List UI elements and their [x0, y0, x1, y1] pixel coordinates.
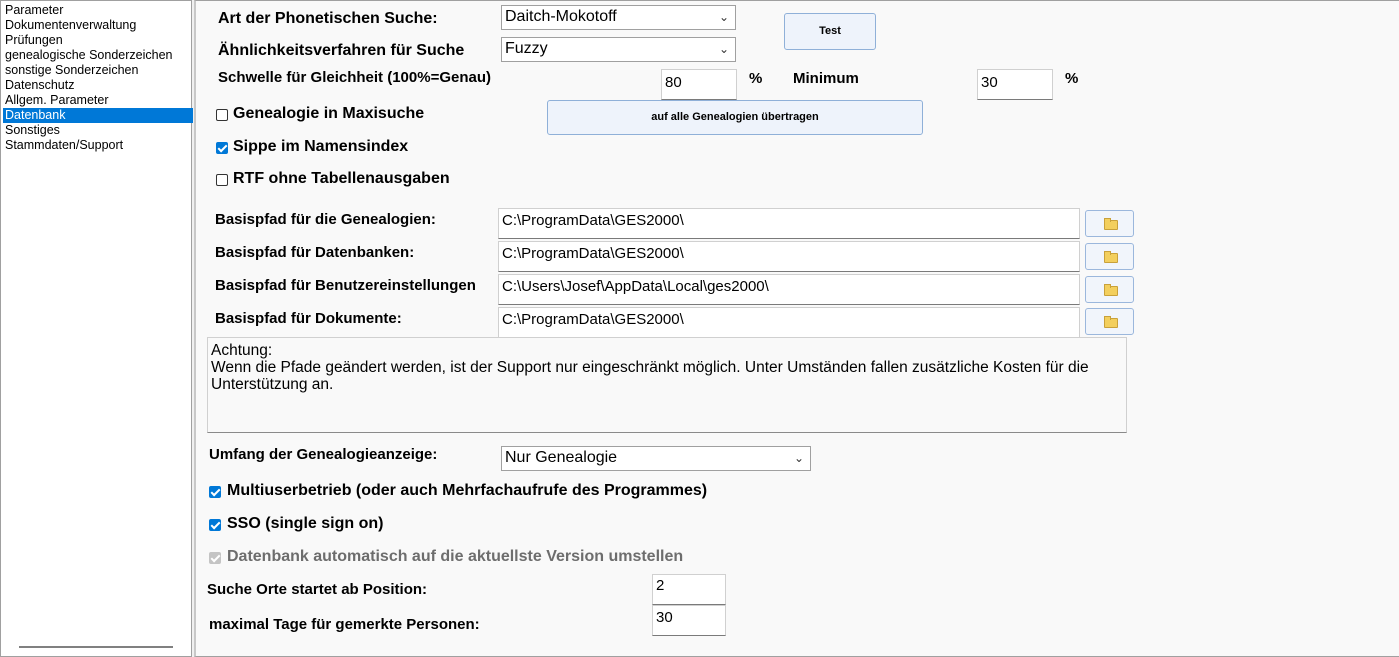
sidebar-item-sonstiges[interactable]: Sonstiges — [3, 123, 193, 138]
auto-db-update-label: Datenbank automatisch auf die aktuellste… — [227, 548, 684, 565]
path-genealogies-label: Basispfad für die Genealogien: — [215, 211, 436, 228]
scope-label: Umfang der Genealogieanzeige: — [209, 446, 438, 463]
chevron-down-icon: ⌄ — [793, 451, 804, 465]
path-genealogies-input[interactable]: C:\ProgramData\GES2000\ — [498, 208, 1080, 239]
sidebar-item-allgem-parameter[interactable]: Allgem. Parameter — [3, 93, 193, 108]
scope-value: Nur Genealogie — [505, 449, 618, 466]
path-warning-textbox[interactable]: Achtung: Wenn die Pfade geändert werden,… — [207, 337, 1127, 433]
sso-checkbox[interactable] — [209, 519, 221, 531]
warning-title: Achtung: — [211, 342, 273, 359]
similarity-select[interactable]: Fuzzy ⌄ — [501, 37, 736, 62]
folder-icon — [1104, 251, 1118, 263]
sidebar-item-sonstige-sonderzeichen[interactable]: sonstige Sonderzeichen — [3, 63, 193, 78]
sidebar-item-parameter[interactable]: Parameter — [3, 3, 193, 18]
sidebar-item-genealogische-sonderzeichen[interactable]: genealogische Sonderzeichen — [3, 48, 193, 63]
search-places-input[interactable]: 2 — [652, 574, 726, 605]
phonetic-search-select[interactable]: Daitch-Mokotoff ⌄ — [501, 5, 736, 30]
folder-icon — [1104, 218, 1118, 230]
sidebar-scrollbar[interactable] — [19, 646, 173, 648]
search-places-label: Suche Orte startet ab Position: — [207, 581, 428, 598]
minimum-unit: % — [1065, 70, 1079, 87]
sidebar-nav: Parameter Dokumentenverwaltung Prüfungen… — [0, 0, 193, 657]
threshold-input[interactable]: 80 — [661, 69, 737, 100]
sippe-namensindex-label: Sippe im Namensindex — [233, 138, 409, 155]
settings-panel: Art der Phonetischen Suche: Daitch-Mokot… — [194, 0, 1399, 657]
sippe-namensindex-checkbox[interactable] — [216, 142, 228, 154]
browse-user-settings-button[interactable] — [1085, 276, 1134, 303]
sso-label: SSO (single sign on) — [227, 515, 384, 532]
chevron-down-icon: ⌄ — [718, 10, 729, 24]
genealogie-maxisuche-label: Genealogie in Maxisuche — [233, 105, 425, 122]
browse-genealogies-button[interactable] — [1085, 210, 1134, 237]
path-databases-label: Basispfad für Datenbanken: — [215, 244, 415, 261]
apply-all-genealogies-button[interactable]: auf alle Genealogien übertragen — [547, 100, 923, 135]
path-databases-input[interactable]: C:\ProgramData\GES2000\ — [498, 241, 1080, 272]
phonetic-search-label: Art der Phonetischen Suche: — [218, 10, 438, 27]
sidebar-item-datenschutz[interactable]: Datenschutz — [3, 78, 193, 93]
browse-documents-button[interactable] — [1085, 308, 1134, 335]
path-user-settings-label: Basispfad für Benutzereinstellungen — [215, 277, 476, 294]
test-button[interactable]: Test — [784, 13, 876, 50]
multiuser-label: Multiuserbetrieb (oder auch Mehrfachaufr… — [227, 482, 708, 499]
minimum-label: Minimum — [793, 70, 859, 87]
sidebar-item-stammdaten-support[interactable]: Stammdaten/Support — [3, 138, 193, 153]
similarity-label: Ähnlichkeitsverfahren für Suche — [218, 42, 465, 59]
sidebar-item-dokumentenverwaltung[interactable]: Dokumentenverwaltung — [3, 18, 193, 33]
minimum-input[interactable]: 30 — [977, 69, 1053, 100]
auto-db-update-checkbox — [209, 552, 221, 564]
browse-databases-button[interactable] — [1085, 243, 1134, 270]
genealogie-maxisuche-checkbox[interactable] — [216, 109, 228, 121]
max-days-label: maximal Tage für gemerkte Personen: — [209, 616, 480, 633]
sidebar-item-pruefungen[interactable]: Prüfungen — [3, 33, 193, 48]
folder-icon — [1104, 316, 1118, 328]
path-user-settings-input[interactable]: C:\Users\Josef\AppData\Local\ges2000\ — [498, 274, 1080, 305]
max-days-input[interactable]: 30 — [652, 605, 726, 636]
path-documents-label: Basispfad für Dokumente: — [215, 310, 402, 327]
warning-text: Wenn die Pfade geändert werden, ist der … — [211, 359, 1089, 393]
phonetic-search-value: Daitch-Mokotoff — [505, 8, 617, 25]
path-documents-input[interactable]: C:\ProgramData\GES2000\ — [498, 307, 1080, 338]
threshold-unit: % — [749, 70, 763, 87]
similarity-value: Fuzzy — [505, 40, 548, 57]
rtf-tabellen-checkbox[interactable] — [216, 174, 228, 186]
chevron-down-icon: ⌄ — [718, 42, 729, 56]
multiuser-checkbox[interactable] — [209, 486, 221, 498]
folder-icon — [1104, 284, 1118, 296]
sidebar-item-datenbank[interactable]: Datenbank — [3, 108, 193, 123]
threshold-label: Schwelle für Gleichheit (100%=Genau) — [218, 69, 492, 86]
rtf-tabellen-label: RTF ohne Tabellenausgaben — [233, 170, 450, 187]
scope-select[interactable]: Nur Genealogie ⌄ — [501, 446, 811, 471]
